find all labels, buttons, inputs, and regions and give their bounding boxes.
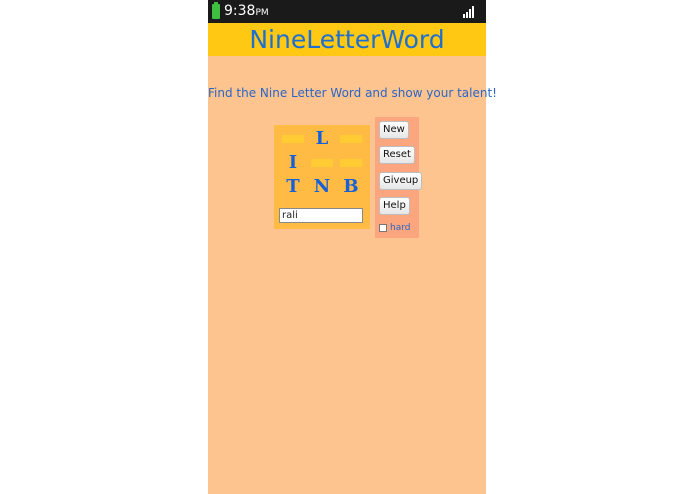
new-button[interactable]: New <box>379 121 409 139</box>
controls-panel: New Reset Giveup Help hard <box>375 117 423 238</box>
board-cell[interactable] <box>337 128 365 150</box>
word-input[interactable] <box>279 208 363 223</box>
board-cell[interactable]: B <box>337 176 365 198</box>
board-cell[interactable]: I <box>279 152 307 174</box>
title-bar: NineLetterWord <box>208 23 486 56</box>
board-cell[interactable]: L <box>308 128 336 150</box>
help-button[interactable]: Help <box>379 197 410 215</box>
board-cell[interactable]: T <box>279 176 307 198</box>
app-screen: 9:38PM NineLetterWord Find the Nine Lett… <box>208 0 497 494</box>
status-bar: 9:38PM <box>208 0 486 23</box>
board-cell[interactable] <box>337 152 365 174</box>
hard-checkbox[interactable] <box>379 224 387 232</box>
hard-label: hard <box>390 223 411 233</box>
status-time-value: 9:38 <box>224 3 256 19</box>
letter-board: L I T N B <box>274 125 370 229</box>
status-time: 9:38PM <box>224 3 269 22</box>
giveup-button[interactable]: Giveup <box>379 172 423 190</box>
battery-icon <box>212 2 220 19</box>
board-cell[interactable] <box>279 128 307 150</box>
app-title: NineLetterWord <box>249 25 445 54</box>
board-cell[interactable] <box>308 152 336 174</box>
tagline: Find the Nine Letter Word and show your … <box>208 86 497 100</box>
board-cell[interactable]: N <box>308 176 336 198</box>
signal-icon <box>463 6 477 18</box>
status-time-suffix: PM <box>255 8 269 18</box>
reset-button[interactable]: Reset <box>379 146 415 164</box>
